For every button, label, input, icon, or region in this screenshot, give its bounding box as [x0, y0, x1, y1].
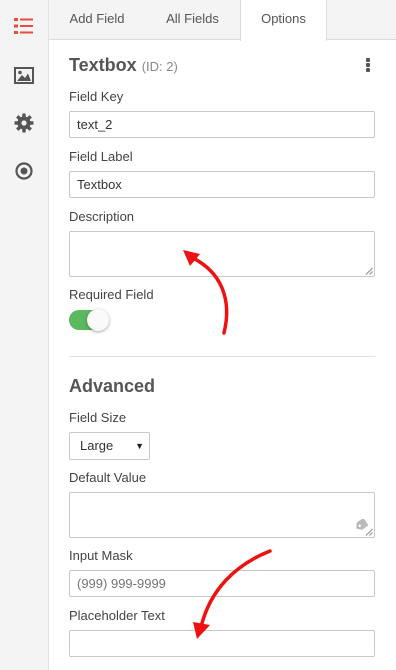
field-title-text: Textbox	[69, 55, 137, 75]
icon-rail	[0, 0, 49, 670]
tab-options[interactable]: Options	[240, 0, 327, 41]
field-label-input[interactable]	[69, 171, 375, 198]
required-field-toggle[interactable]	[69, 309, 109, 331]
placeholder-text-label: Placeholder Text	[69, 608, 165, 623]
section-divider	[69, 356, 375, 357]
placeholder-text-input[interactable]	[69, 630, 375, 657]
field-title: Textbox (ID: 2)	[69, 55, 178, 76]
field-key-input[interactable]	[69, 111, 375, 138]
description-textarea[interactable]	[69, 231, 375, 277]
field-key-label: Field Key	[69, 89, 124, 104]
gear-icon[interactable]	[12, 111, 36, 135]
required-field-label: Required Field	[69, 287, 154, 302]
chevron-down-icon: ▼	[135, 441, 144, 451]
form-field-options-panel: Add Field All Fields Options Textbox (ID…	[0, 0, 396, 670]
input-mask-label: Input Mask	[69, 548, 133, 563]
radio-target-icon[interactable]	[12, 159, 36, 183]
field-id: (ID: 2)	[141, 59, 178, 74]
advanced-heading: Advanced	[69, 376, 156, 396]
field-size-value: Large	[80, 438, 114, 453]
image-icon[interactable]	[12, 63, 36, 87]
tab-add-field[interactable]: Add Field	[49, 0, 145, 40]
list-icon[interactable]	[12, 14, 36, 38]
input-mask-input[interactable]	[69, 570, 375, 597]
default-value-label: Default Value	[69, 470, 147, 485]
field-size-select[interactable]: Large ▼	[69, 432, 150, 460]
tab-bar: Add Field All Fields Options	[49, 0, 396, 41]
toggle-knob	[87, 309, 109, 331]
default-value-textarea[interactable]	[69, 492, 375, 538]
resize-handle-icon[interactable]	[365, 267, 373, 275]
more-options-icon[interactable]	[366, 58, 370, 72]
field-label-label: Field Label	[69, 149, 133, 164]
resize-handle-icon[interactable]	[365, 528, 373, 536]
description-label: Description	[69, 209, 135, 224]
tab-all-fields[interactable]: All Fields	[145, 0, 240, 40]
field-size-label: Field Size	[69, 410, 127, 425]
